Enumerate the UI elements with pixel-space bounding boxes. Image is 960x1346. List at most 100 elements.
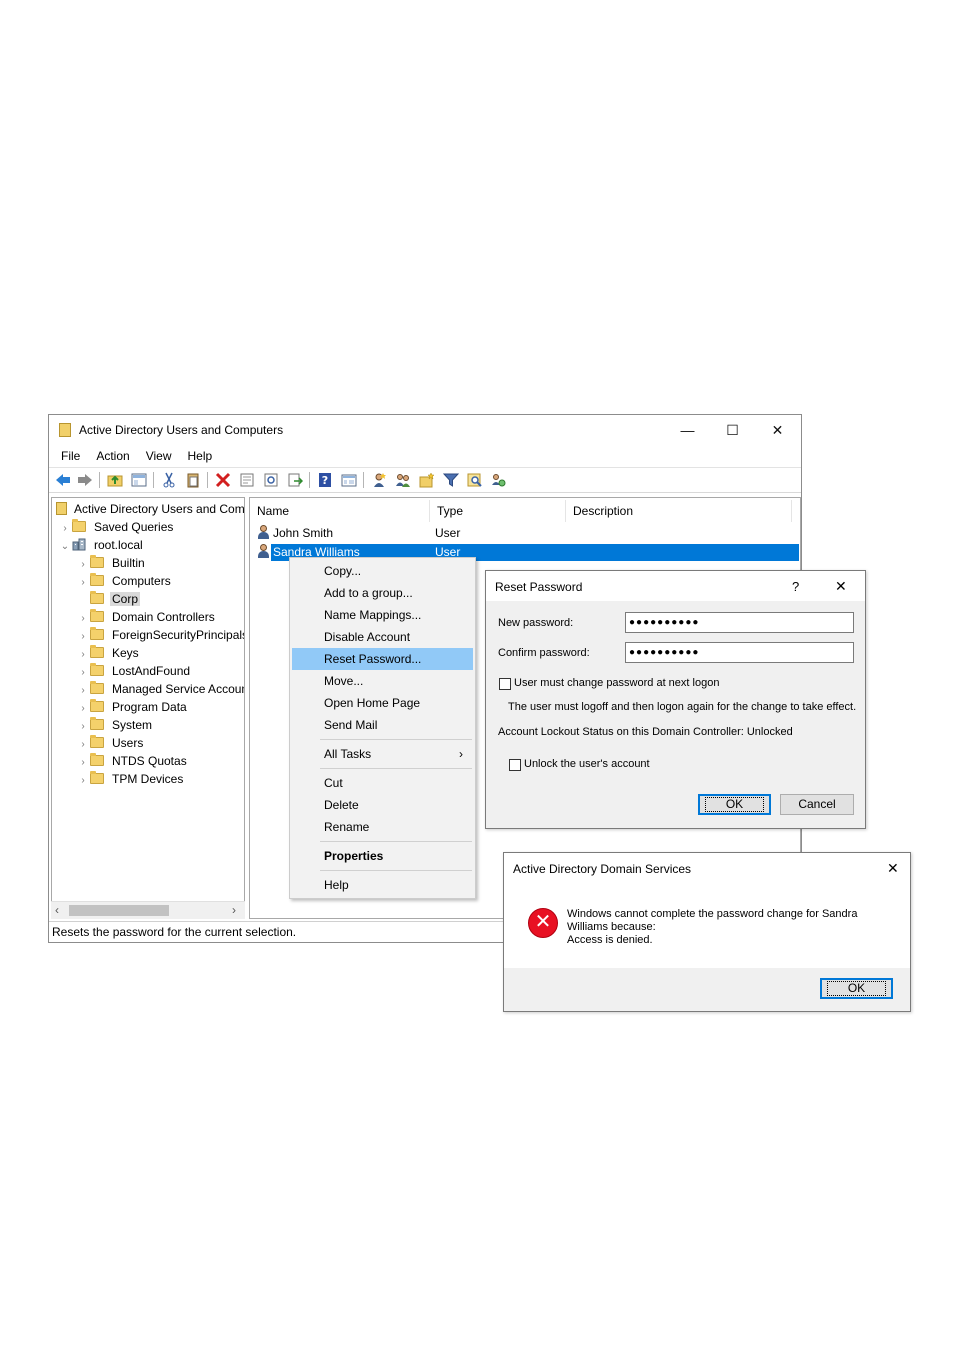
new-user-icon[interactable] (371, 472, 387, 488)
show-tree-icon[interactable] (131, 472, 147, 488)
scroll-left-arrow-icon[interactable]: ‹ (55, 903, 59, 917)
help-button[interactable]: ? (792, 579, 799, 594)
tree-item-root[interactable]: Active Directory Users and Com (56, 500, 244, 518)
scroll-right-arrow-icon[interactable]: › (232, 903, 236, 917)
menu-item-rename[interactable]: Rename (292, 816, 473, 838)
new-group-icon[interactable] (395, 472, 411, 488)
toolbar-separator (99, 472, 100, 488)
title-bar[interactable]: Active Directory Users and Computers — ☐… (49, 415, 801, 445)
back-arrow-icon[interactable] (55, 472, 71, 488)
export-icon[interactable] (287, 472, 303, 488)
folder-icon (90, 717, 104, 730)
menu-item-name-mappings[interactable]: Name Mappings... (292, 604, 473, 626)
menu-item-all-tasks[interactable]: All Tasks › (292, 743, 473, 765)
tree-item-label: Managed Service Accounts (112, 682, 245, 696)
tree-item-ntds-quotas[interactable]: › NTDS Quotas (76, 752, 189, 770)
chevron-right-icon[interactable]: › (76, 772, 90, 790)
tree-item-label: Corp (110, 592, 141, 606)
menu-item-reset-password[interactable]: Reset Password... (292, 648, 473, 670)
cancel-button[interactable]: Cancel (780, 794, 854, 815)
tree-item-computers[interactable]: › Computers (76, 572, 173, 590)
ok-button[interactable]: OK (820, 978, 893, 999)
menu-item-add-to-group[interactable]: Add to a group... (292, 582, 473, 604)
chevron-down-icon[interactable]: ⌄ (58, 538, 72, 556)
new-ou-icon[interactable] (419, 472, 435, 488)
menu-item-help[interactable]: Help (292, 874, 473, 896)
table-row[interactable]: John Smith User (257, 524, 790, 543)
tree-item-builtin[interactable]: › Builtin (76, 554, 147, 572)
must-change-password-label[interactable]: User must change password at next logon (514, 677, 719, 689)
refresh-icon[interactable] (263, 472, 279, 488)
tree-item-program-data[interactable]: › Program Data (76, 698, 189, 716)
tree-pane[interactable]: Active Directory Users and Com › Saved Qu… (51, 497, 245, 919)
confirm-password-label: Confirm password: (498, 647, 590, 659)
maximize-button[interactable]: ☐ (710, 417, 755, 443)
delete-icon[interactable] (215, 472, 231, 488)
column-header-name[interactable]: Name (250, 500, 430, 522)
menu-item-open-home-page[interactable]: Open Home Page (292, 692, 473, 714)
menu-action[interactable]: Action (88, 445, 137, 467)
menu-item-disable-account[interactable]: Disable Account (292, 626, 473, 648)
tree-item-corp[interactable]: Corp (76, 590, 141, 608)
column-header-description[interactable]: Description (566, 500, 792, 522)
menu-separator (320, 739, 472, 740)
must-change-password-checkbox[interactable] (499, 678, 511, 690)
confirm-password-field[interactable]: ●●●●●●●●●● (625, 642, 854, 663)
tree-item-tpm-devices[interactable]: › TPM Devices (76, 770, 185, 788)
close-button[interactable]: ✕ (887, 860, 899, 877)
dialog-title: Reset Password (495, 580, 583, 594)
cut-icon[interactable] (161, 472, 177, 488)
folder-icon (90, 573, 104, 586)
tree-item-domain[interactable]: ⌄ root.local (58, 536, 145, 554)
folder-icon (90, 699, 104, 712)
toolbar-separator (363, 472, 364, 488)
logoff-info-text: The user must logoff and then logon agai… (508, 701, 857, 713)
tree-item-system[interactable]: › System (76, 716, 154, 734)
tree-item-label: Saved Queries (94, 520, 174, 534)
tree-horizontal-scrollbar[interactable]: ‹ › (51, 901, 245, 919)
menu-item-move[interactable]: Move... (292, 670, 473, 692)
window-title: Active Directory Users and Computers (79, 423, 284, 437)
tree-item-domain-controllers[interactable]: › Domain Controllers (76, 608, 217, 626)
tree-item-saved-queries[interactable]: › Saved Queries (58, 518, 175, 536)
unlock-account-label[interactable]: Unlock the user's account (524, 758, 650, 770)
dialog-title: Active Directory Domain Services (513, 862, 692, 876)
error-message-line-1: Windows cannot complete the password cha… (567, 908, 858, 920)
filter-icon[interactable] (443, 472, 459, 488)
ok-button[interactable]: OK (698, 794, 771, 815)
close-button[interactable]: ✕ (835, 578, 847, 595)
delegate-icon[interactable] (491, 472, 507, 488)
tree-item-users[interactable]: › Users (76, 734, 145, 752)
toolbar: ? (49, 467, 801, 493)
tree-item-managed-service-accounts[interactable]: › Managed Service Accounts (76, 680, 245, 698)
tree-item-foreign-security-principals[interactable]: › ForeignSecurityPrincipals (76, 626, 244, 644)
scrollbar-thumb[interactable] (69, 905, 169, 916)
new-password-field[interactable]: ●●●●●●●●●● (625, 612, 854, 633)
error-message-line-3: Access is denied. (567, 934, 653, 946)
column-header-type[interactable]: Type (430, 500, 566, 522)
menu-file[interactable]: File (53, 445, 88, 467)
error-icon: ✕ (528, 908, 558, 938)
menu-separator (320, 841, 472, 842)
console-icon[interactable] (341, 472, 357, 488)
tree-item-keys[interactable]: › Keys (76, 644, 141, 662)
dialog-title-bar[interactable]: Reset Password ? ✕ (486, 571, 865, 601)
find-icon[interactable] (467, 472, 483, 488)
menu-item-properties[interactable]: Properties (292, 845, 473, 867)
unlock-account-checkbox[interactable] (509, 759, 521, 771)
tree-item-lost-and-found[interactable]: › LostAndFound (76, 662, 192, 680)
properties-icon[interactable] (239, 472, 255, 488)
help-icon[interactable]: ? (317, 472, 333, 488)
menu-item-send-mail[interactable]: Send Mail (292, 714, 473, 736)
forward-arrow-icon[interactable] (77, 472, 93, 488)
up-folder-icon[interactable] (107, 472, 123, 488)
menu-help[interactable]: Help (180, 445, 221, 467)
menu-item-copy[interactable]: Copy... (292, 560, 473, 582)
folder-icon (90, 663, 104, 676)
menu-item-cut[interactable]: Cut (292, 772, 473, 794)
paste-icon[interactable] (185, 472, 201, 488)
menu-view[interactable]: View (138, 445, 180, 467)
menu-item-delete[interactable]: Delete (292, 794, 473, 816)
close-button[interactable]: ✕ (755, 417, 800, 443)
minimize-button[interactable]: — (665, 417, 710, 443)
